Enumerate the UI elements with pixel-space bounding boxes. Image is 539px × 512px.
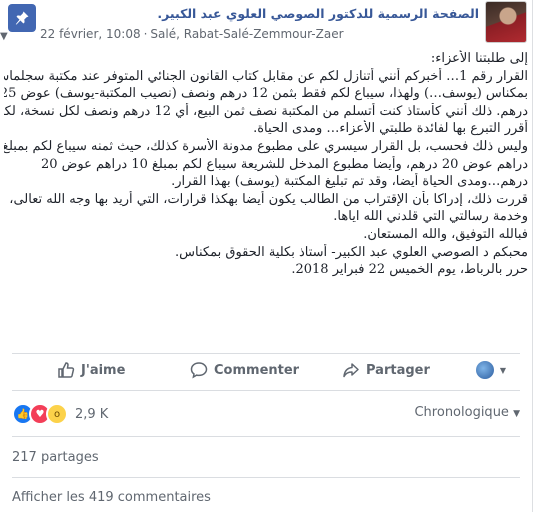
reaction-count: 2,9 K	[75, 406, 109, 422]
facebook-post: الصفحة الرسمية للدكتور الصوصي العلوي عبد…	[0, 0, 533, 512]
post-date[interactable]: 22 février, 10:08	[40, 27, 141, 41]
share-button[interactable]: Partager	[342, 361, 430, 379]
like-button[interactable]: J'aime	[57, 361, 125, 379]
view-more-comments-link[interactable]: Afficher les 419 commentaires	[12, 490, 211, 505]
chevron-down-icon[interactable]: ▼	[0, 31, 8, 42]
share-label: Partager	[366, 362, 430, 378]
page-avatar[interactable]	[485, 1, 527, 43]
comment-icon	[190, 361, 208, 379]
post-line: دراهم عوض 20 درهم، وأيضا مطبوع المدخل لل…	[40, 156, 528, 172]
post-line: محبكم د الصوصي العلوي عبد الكبير- أستاذ …	[175, 244, 528, 260]
post-line: وليس ذلك فحسب، بل القرار سيسري على مطبوع…	[4, 138, 528, 154]
meta-separator: ·	[143, 27, 148, 41]
post-line: قررت ذلك، إدراكا بأن الإقتراب من الطالب …	[9, 191, 528, 207]
chevron-down-icon[interactable]: ▼	[500, 366, 506, 375]
post-body: إلى طلبتنا الأعزاء: القرار رقم 1… أخبركم…	[4, 50, 528, 279]
wow-reaction-icon: o	[46, 403, 68, 425]
pin-icon[interactable]	[8, 4, 36, 32]
share-icon	[342, 361, 360, 379]
share-count-link[interactable]: 217 partages	[12, 450, 99, 465]
divider	[12, 436, 520, 437]
divider	[12, 477, 520, 478]
like-label: J'aime	[81, 362, 126, 378]
comment-button[interactable]: Commenter	[190, 361, 299, 379]
post-line: وخدمة رسالتي التي قلدني الله اياها.	[333, 209, 528, 225]
post-line: درهم…ومدى الحياة أيضا، وقد تم تبليغ المك…	[171, 174, 528, 190]
comment-sort-dropdown[interactable]: Chronologique ▼	[414, 405, 520, 420]
post-line: إلى طلبتنا الأعزاء:	[430, 51, 528, 66]
post-meta: 22 février, 10:08 · Salé, Rabat-Salé-Zemmo…	[40, 27, 344, 41]
post-line: حرر بالرباط، يوم الخميس 22 فبراير 2018.	[291, 262, 528, 278]
reactions-summary[interactable]: 👍 ♥ o 2,9 K	[12, 403, 108, 425]
post-line: بمكناس (يوسف…) ولهذا، سيباع لكم فقط بثمن…	[4, 86, 528, 102]
post-line: فبالله التوفيق، والله المستعان.	[363, 226, 528, 242]
post-location[interactable]: Salé, Rabat-Salé-Zemmour-Zaer	[150, 27, 343, 41]
post-line: أقرر التبرع بها لفائدة طلبتي الأعزاء… وم…	[253, 121, 528, 137]
post-line: القرار رقم 1… أخبركم أنني أتنازل لكم عن …	[4, 68, 528, 84]
thumbs-up-icon	[57, 361, 75, 379]
globe-icon[interactable]	[476, 361, 494, 379]
action-bar: J'aime Commenter Partager ▼	[12, 355, 520, 385]
sort-label: Chronologique	[414, 405, 509, 420]
divider	[12, 353, 520, 354]
post-line: درهم. ذلك أنني كأستاذ كنت أتسلم من المكت…	[4, 103, 528, 119]
divider	[12, 390, 520, 391]
comment-label: Commenter	[214, 362, 300, 378]
page-name-link[interactable]: الصفحة الرسمية للدكتور الصوصي العلوي عبد…	[157, 6, 479, 21]
chevron-down-icon: ▼	[513, 409, 520, 419]
